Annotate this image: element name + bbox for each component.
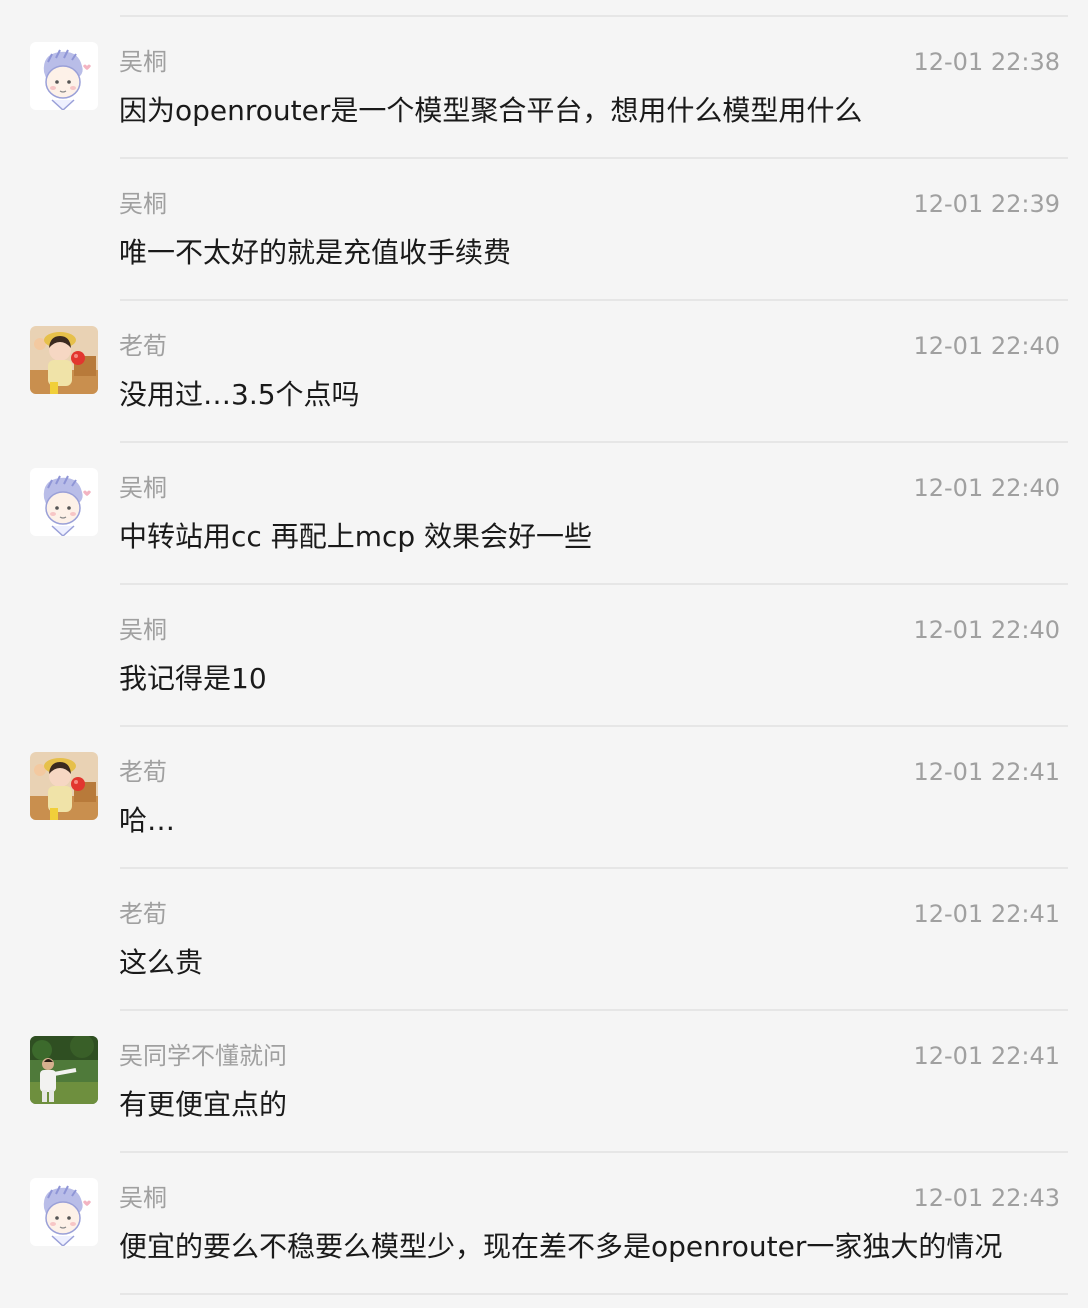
message-text: 有更便宜点的 [119, 1088, 288, 1121]
divider [120, 1293, 1068, 1295]
sender-name: 吴桐 [119, 190, 167, 218]
message-text: 唯一不太好的就是充值收手续费 [119, 236, 512, 269]
message-time: 12-01 22:41 [913, 758, 1060, 786]
message-text: 我记得是10 [119, 662, 267, 695]
message-time: 12-01 22:40 [913, 332, 1060, 360]
message-item[interactable]: 吴桐 12-01 22:43 便宜的要么不稳要么模型少，现在差不多是openro… [0, 1153, 1088, 1295]
girl-photo-avatar[interactable] [30, 752, 98, 820]
message-item[interactable]: 老荀 12-01 22:41 哈… [0, 727, 1088, 869]
message-time: 12-01 22:40 [913, 616, 1060, 644]
message-item[interactable]: 吴桐 12-01 22:39 唯一不太好的就是充值收手续费 [0, 159, 1088, 301]
message-time: 12-01 22:43 [913, 1184, 1060, 1212]
message-time: 12-01 22:39 [913, 190, 1060, 218]
cartoon-boy-avatar[interactable] [30, 468, 98, 536]
message-item[interactable]: 吴同学不懂就问 12-01 22:41 有更便宜点的 [0, 1011, 1088, 1153]
sender-name: 老荀 [119, 900, 167, 928]
message-time: 12-01 22:41 [913, 900, 1060, 928]
sender-name: 吴桐 [119, 1184, 167, 1212]
message-item[interactable]: 吴桐 12-01 22:40 我记得是10 [0, 585, 1088, 727]
message-text: 中转站用cc 再配上mcp 效果会好一些 [119, 520, 593, 553]
message-text: 因为openrouter是一个模型聚合平台，想用什么模型用什么 [119, 94, 863, 127]
message-text: 便宜的要么不稳要么模型少，现在差不多是openrouter一家独大的情况 [119, 1230, 1003, 1263]
chat-message-list[interactable]: 吴桐 12-01 22:38 因为openrouter是一个模型聚合平台，想用什… [0, 0, 1088, 1308]
sender-name: 吴桐 [119, 474, 167, 502]
message-time: 12-01 22:40 [913, 474, 1060, 502]
message-text: 这么贵 [119, 946, 204, 979]
message-text: 没用过…3.5个点吗 [119, 378, 360, 411]
message-item[interactable]: 老荀 12-01 22:41 这么贵 [0, 869, 1088, 1011]
message-text: 哈… [119, 804, 176, 837]
message-item[interactable]: 老荀 12-01 22:40 没用过…3.5个点吗 [0, 301, 1088, 443]
message-item[interactable]: 吴桐 12-01 22:38 因为openrouter是一个模型聚合平台，想用什… [0, 17, 1088, 159]
cartoon-boy-avatar[interactable] [30, 1178, 98, 1246]
message-time: 12-01 22:38 [913, 48, 1060, 76]
outdoor-photo-avatar[interactable] [30, 1036, 98, 1104]
sender-name: 吴桐 [119, 616, 167, 644]
message-item[interactable]: 吴桐 12-01 22:40 中转站用cc 再配上mcp 效果会好一些 [0, 443, 1088, 585]
sender-name: 吴同学不懂就问 [119, 1042, 287, 1070]
sender-name: 老荀 [119, 758, 167, 786]
cartoon-boy-avatar[interactable] [30, 42, 98, 110]
sender-name: 老荀 [119, 332, 167, 360]
message-time: 12-01 22:41 [913, 1042, 1060, 1070]
sender-name: 吴桐 [119, 48, 167, 76]
girl-photo-avatar[interactable] [30, 326, 98, 394]
